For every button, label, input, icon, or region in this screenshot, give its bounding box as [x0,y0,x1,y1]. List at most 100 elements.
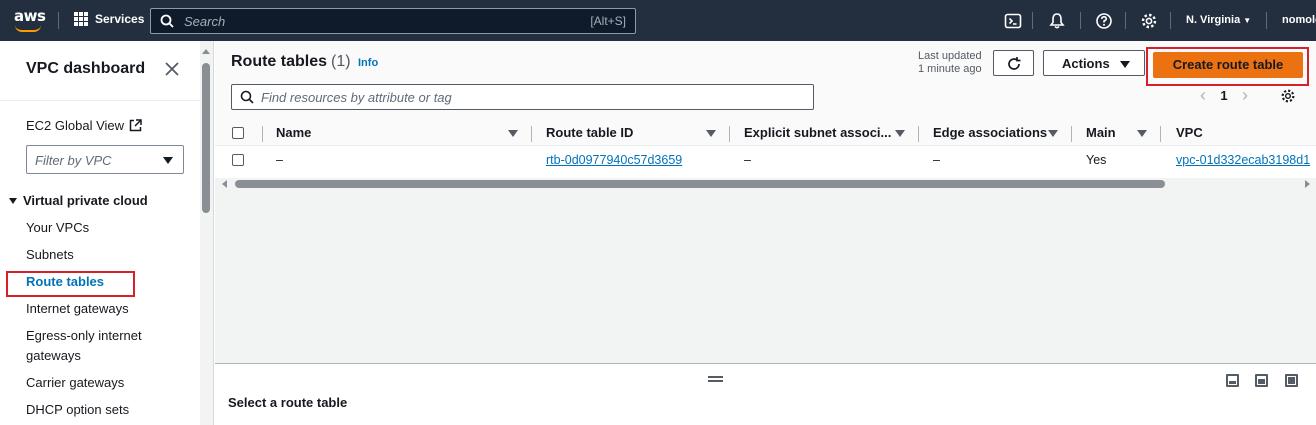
column-divider [262,126,263,142]
sidebar-item-subnets[interactable]: Subnets [26,245,74,265]
current-page-number[interactable]: 1 [1211,88,1237,103]
sort-icon[interactable] [508,130,518,137]
sidebar-item-internet-gateways[interactable]: Internet gateways [26,299,129,319]
table-header-row: Name Route table ID Explicit subnet asso… [215,120,1316,146]
column-divider[interactable] [1071,126,1072,142]
details-split-panel: Select a route table [215,363,1316,425]
nav-divider [1080,12,1081,29]
cloudshell-icon[interactable] [1004,12,1022,30]
last-updated-time: 1 minute ago [918,63,982,75]
top-navigation-bar: aws Services Search [Alt+S] N. Virginia ▼… [0,0,1316,41]
cell-vpc-link[interactable]: vpc-01d332ecab3198d1 [1176,153,1310,167]
column-header-explicit-subnet[interactable]: Explicit subnet associ... [744,125,891,140]
sidebar-item-dhcp-option-sets[interactable]: DHCP option sets [26,400,129,420]
notifications-bell-icon[interactable] [1048,12,1066,30]
section-title: Virtual private cloud [23,193,148,208]
caret-down-icon [1120,61,1130,68]
sidebar-item-egress-only-internet-gateways-line2[interactable]: gateways [26,346,81,366]
actions-label: Actions [1062,56,1110,71]
preferences-gear-icon[interactable] [1280,88,1296,104]
resize-handle-icon[interactable] [708,376,723,382]
horizontal-scrollbar-thumb[interactable] [235,180,1165,188]
previous-page-icon[interactable]: ‹ [1195,86,1211,104]
column-divider[interactable] [1160,126,1161,142]
scroll-up-arrow-icon[interactable] [202,49,210,54]
column-divider[interactable] [729,126,730,142]
refresh-icon [1008,57,1021,70]
pagination: ‹ 1 › [1195,86,1253,104]
main-content: Route tables (1) Info Last updated 1 minu… [215,41,1316,425]
search-icon [240,90,254,104]
chevron-down-icon: ▼ [1243,16,1252,25]
row-checkbox[interactable] [232,154,244,166]
find-resources-input[interactable]: Find resources by attribute or tag [231,84,814,110]
global-search-input[interactable]: Search [Alt+S] [150,8,636,34]
settings-gear-icon[interactable] [1140,12,1158,30]
sort-icon[interactable] [706,130,716,137]
sidebar: VPC dashboard EC2 Global View Filter by … [0,41,214,425]
horizontal-scrollbar[interactable] [215,178,1316,190]
find-resources-placeholder: Find resources by attribute or tag [261,90,452,105]
table-row[interactable]: – rtb-0d0977940c57d3659 – – Yes vpc-01d3… [215,147,1316,173]
page-title: Route tables (1) [231,53,351,71]
actions-dropdown-button[interactable]: Actions [1043,50,1145,76]
sidebar-scrollbar-thumb[interactable] [202,63,210,213]
column-header-name[interactable]: Name [276,125,311,140]
caret-down-icon [9,197,17,204]
table-header-panel: Route tables (1) Info Last updated 1 minu… [215,41,1316,120]
ec2-global-view-label: EC2 Global View [26,118,125,133]
cell-name: – [276,153,283,167]
next-page-icon[interactable]: › [1237,86,1253,104]
sidebar-divider [0,100,200,101]
sidebar-title: VPC dashboard [26,60,146,77]
nav-divider [1032,12,1033,29]
create-route-table-button[interactable]: Create route table [1153,52,1303,78]
column-header-main[interactable]: Main [1086,125,1116,140]
column-header-route-table-id[interactable]: Route table ID [546,125,633,140]
nav-divider [58,12,59,29]
item-count: (1) [331,53,351,70]
close-icon[interactable] [164,61,180,77]
account-menu[interactable]: nomolo [1282,14,1316,26]
region-selector[interactable]: N. Virginia ▼ [1186,14,1251,26]
page-title-text: Route tables [231,53,328,70]
column-header-vpc[interactable]: VPC [1176,125,1203,140]
search-placeholder: Search [184,14,226,29]
highlight-annotation: Create route table [1146,47,1309,86]
nav-divider [1266,12,1267,29]
highlight-annotation [6,271,135,297]
details-panel-title: Select a route table [228,395,348,410]
cell-explicit-subnet: – [744,153,751,167]
section-virtual-private-cloud[interactable]: Virtual private cloud [9,193,148,208]
sort-icon[interactable] [1048,130,1058,137]
sidebar-item-carrier-gateways[interactable]: Carrier gateways [26,373,124,393]
services-menu-button[interactable]: Services [74,12,144,26]
split-bottom-icon[interactable] [1226,374,1239,387]
column-divider[interactable] [531,126,532,142]
table-empty-area [215,190,1316,363]
select-all-checkbox[interactable] [232,127,244,139]
sort-icon[interactable] [895,130,905,137]
split-side-icon[interactable] [1255,374,1268,387]
aws-logo[interactable]: aws [12,6,46,34]
split-full-icon[interactable] [1285,374,1298,387]
sort-icon[interactable] [1137,130,1147,137]
scroll-left-arrow-icon[interactable] [222,180,227,188]
info-link[interactable]: Info [358,57,378,69]
aws-logo-text: aws [14,7,46,25]
sidebar-item-your-vpcs[interactable]: Your VPCs [26,218,89,238]
refresh-button[interactable] [993,50,1034,76]
column-divider[interactable] [918,126,919,142]
sidebar-item-egress-only-internet-gateways[interactable]: Egress-only internet [26,326,142,346]
help-icon[interactable] [1095,12,1113,30]
ec2-global-view-link[interactable]: EC2 Global View [26,118,142,133]
column-header-edge-associations[interactable]: Edge associations [933,125,1047,140]
scroll-right-arrow-icon[interactable] [1305,180,1310,188]
last-updated-label: Last updated [918,50,982,62]
nav-divider [1170,12,1171,29]
grid-icon [74,12,88,26]
cell-route-table-id-link[interactable]: rtb-0d0977940c57d3659 [546,153,682,167]
caret-down-icon [163,157,173,164]
vpc-filter-select[interactable]: Filter by VPC [26,145,184,174]
aws-smile-icon [15,25,41,32]
